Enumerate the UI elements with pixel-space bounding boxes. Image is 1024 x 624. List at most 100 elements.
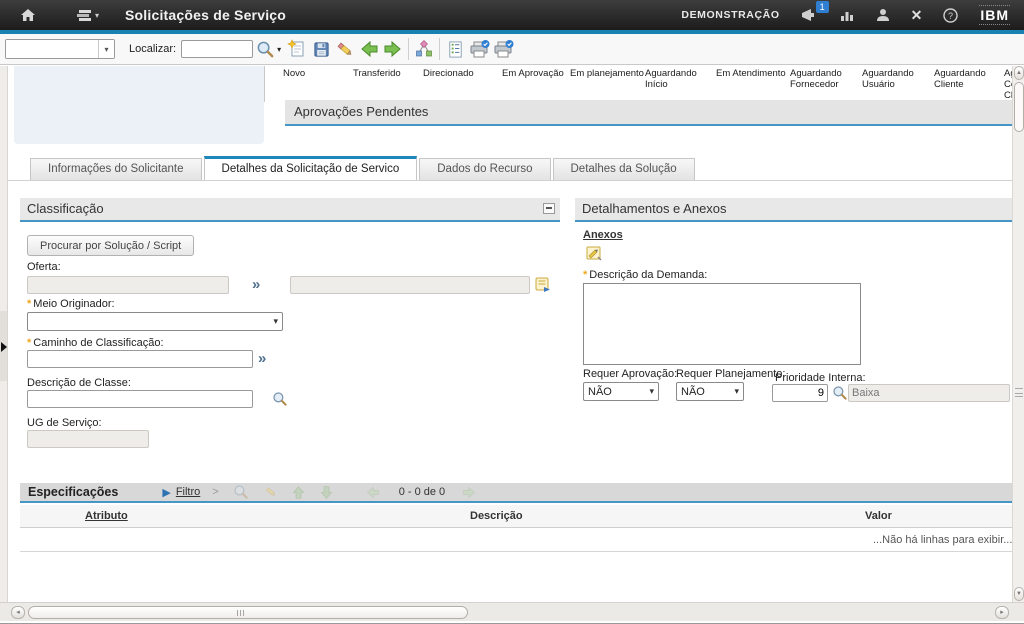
left-splitter[interactable] (0, 66, 8, 602)
descricao-classe-field[interactable] (27, 390, 253, 408)
filtro-link[interactable]: Filtro (176, 486, 200, 498)
status-novo: Novo (283, 68, 351, 79)
query-combo-caret-icon[interactable]: ▾ (98, 40, 114, 58)
caminho-chevron-icon[interactable]: » (258, 351, 266, 367)
oferta-field (27, 276, 229, 294)
query-combo[interactable]: ▾ (5, 39, 115, 59)
profile-icon[interactable] (876, 8, 890, 22)
procurar-solucao-button[interactable]: Procurar por Solução / Script (27, 235, 194, 256)
column-atributo[interactable]: Atributo (85, 510, 128, 522)
save-icon[interactable] (309, 37, 333, 61)
vertical-scrollbar[interactable]: ▲ ▼ (1012, 66, 1024, 602)
previous-record-icon[interactable] (357, 37, 381, 61)
sign-out-icon[interactable]: ✕ (911, 7, 923, 24)
edit-icon (261, 484, 281, 500)
classificacao-section-header: Classificação (20, 198, 560, 222)
workflow-status-strip: Novo Transferido Direcionado Em Aprovaçã… (8, 66, 1012, 158)
tab-detalhes-solicitacao[interactable]: Detalhes da Solicitação de Servico (204, 156, 418, 180)
column-descricao: Descrição (470, 510, 523, 522)
search-input[interactable] (181, 40, 253, 58)
notification-badge: 1 (816, 1, 829, 13)
pagination-label: 0 - 0 de 0 (399, 486, 445, 498)
workflow-icon[interactable] (412, 37, 436, 61)
scroll-up-icon[interactable]: ▲ (1014, 66, 1024, 80)
go-to-applications-menu[interactable]: ▾ (76, 9, 99, 22)
detalhamentos-section-header: Detalhamentos e Anexos (575, 198, 1012, 222)
print-with-attachments-icon[interactable] (491, 37, 515, 61)
app-window: ▾ Solicitações de Serviço DEMONSTRAÇÃO 1… (0, 0, 1024, 624)
descricao-classe-label: Descrição de Classe: (27, 377, 131, 389)
tab-informacoes-solicitante[interactable]: Informações do Solicitante (30, 158, 202, 180)
required-icon: * (27, 337, 31, 349)
descricao-demanda-label: *Descrição da Demanda: (583, 269, 707, 281)
top-bar: ▾ Solicitações de Serviço DEMONSTRAÇÃO 1… (0, 0, 1024, 30)
meio-originador-label: *Meio Originador: (27, 298, 115, 310)
expand-icon[interactable]: ▶ (162, 486, 170, 499)
anexos-link[interactable]: Anexos (583, 229, 623, 241)
especificacoes-table-header: Atributo Descrição Valor (20, 505, 1012, 528)
requer-aprovacao-value: NÃO (588, 386, 612, 398)
page-title: Solicitações de Serviço (125, 7, 286, 23)
filter-chevron-icon: > (212, 486, 218, 498)
search-icon[interactable] (253, 37, 277, 61)
status-direcionado: Direcionado (423, 68, 491, 79)
move-down-icon (317, 485, 337, 500)
topbar-actions: DEMONSTRAÇÃO 1 ✕ ? IBM (681, 5, 1010, 25)
reports-icon[interactable] (443, 37, 467, 61)
help-icon[interactable]: ? (943, 8, 958, 23)
minimize-section-icon[interactable] (543, 203, 555, 214)
horizontal-scroll-thumb[interactable] (28, 606, 468, 619)
empty-table-message: ...Não há linhas para exibir... (873, 534, 1012, 546)
reports-chart-icon[interactable] (840, 9, 855, 22)
next-record-icon[interactable] (381, 37, 405, 61)
detail-menu-icon[interactable] (534, 276, 552, 294)
status-transferido: Transferido (353, 68, 421, 79)
oferta-detail-chevron-icon[interactable]: » (252, 277, 260, 293)
home-icon[interactable] (20, 8, 36, 22)
toolbar-separator (439, 38, 440, 60)
tab-detalhes-solucao[interactable]: Detalhes da Solução (553, 158, 695, 180)
status-summary-panel (14, 66, 264, 144)
requer-aprovacao-select[interactable]: NÃO ▾ (583, 382, 659, 401)
query-combo-input[interactable] (6, 40, 98, 58)
caminho-classificacao-field[interactable] (27, 350, 253, 368)
horizontal-scrollbar[interactable]: ◂ ▸ (0, 602, 1024, 621)
aprovacoes-pendentes-header: Aprovações Pendentes (285, 100, 1012, 126)
new-record-icon[interactable] (285, 37, 309, 61)
meio-originador-select[interactable]: ▾ (27, 312, 283, 331)
column-valor: Valor (865, 510, 892, 522)
next-page-icon (459, 486, 479, 499)
clear-changes-icon[interactable] (333, 37, 357, 61)
localizar-label: Localizar: (129, 43, 176, 55)
required-icon: * (583, 269, 587, 281)
announcements-icon[interactable]: 1 (801, 8, 819, 22)
ug-servico-label: UG de Serviço: (27, 417, 102, 429)
prioridade-interna-field[interactable] (772, 384, 828, 402)
splitter-expand-icon[interactable] (1, 342, 7, 352)
tab-dados-recurso[interactable]: Dados do Recurso (419, 158, 550, 180)
requer-planejamento-select[interactable]: NÃO ▾ (676, 382, 744, 401)
descricao-demanda-textarea[interactable] (583, 283, 861, 365)
move-up-icon (289, 485, 309, 500)
print-icon[interactable] (467, 37, 491, 61)
tab-bar: Informações do Solicitante Detalhes da S… (0, 157, 1024, 181)
vertical-scroll-thumb[interactable] (1014, 82, 1024, 132)
vertical-splitter-grip[interactable] (1015, 388, 1023, 397)
search-options-caret-icon[interactable]: ▾ (277, 45, 281, 54)
select-caret-icon: ▾ (267, 316, 278, 327)
attachments-icon[interactable] (585, 244, 603, 262)
status-aguardando-inicio: Aguardando Início (645, 68, 705, 90)
scroll-left-icon[interactable]: ◂ (11, 606, 25, 619)
ibm-logo: IBM (979, 5, 1010, 25)
prioridade-interna-label: Prioridade Interna: (775, 372, 866, 384)
descricao-classe-lookup-icon[interactable] (272, 391, 290, 409)
status-aguardando-cliente: Aguardando Cliente (934, 68, 996, 90)
environment-label: DEMONSTRAÇÃO (681, 9, 779, 21)
scroll-down-icon[interactable]: ▼ (1014, 587, 1024, 601)
filter-search-icon (231, 484, 251, 500)
scroll-right-icon[interactable]: ▸ (995, 606, 1009, 619)
especificacoes-toolbar: Especificações ▶ Filtro > 0 - 0 de 0 (20, 483, 1012, 503)
prioridade-descricao-field (848, 384, 1010, 402)
select-caret-icon: ▾ (728, 386, 739, 397)
toolbar: ▾ Localizar: ▾ (0, 34, 1024, 65)
